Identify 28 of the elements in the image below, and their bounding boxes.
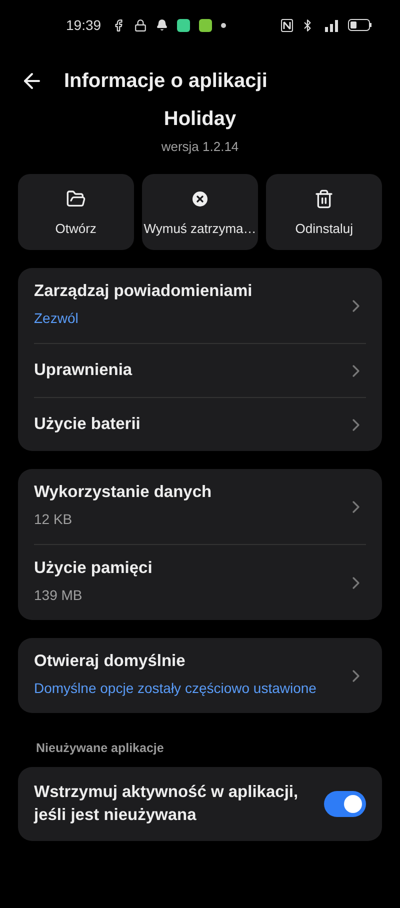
app-name: Holiday <box>162 108 238 131</box>
battery-icon <box>348 19 372 31</box>
close-icon <box>190 188 210 208</box>
signal-icon <box>322 18 340 32</box>
section-heading: Nieużywane aplikacje <box>35 741 165 755</box>
folder-icon <box>66 188 86 208</box>
settings-row[interactable]: Wykorzystanie danych 12 KB <box>34 469 366 544</box>
toggle-label: Wstrzymuj aktywność w aplikacji, jeśli jest nieużywana <box>34 782 300 826</box>
app-icon <box>199 18 212 32</box>
stop-button[interactable]: Wymuś zatrzyma… <box>142 174 258 250</box>
settings-row[interactable]: Uprawnienia <box>34 343 366 397</box>
settings-row[interactable]: Użycie baterii <box>34 397 366 451</box>
bell-icon <box>156 19 168 31</box>
settings-row[interactable]: Użycie pamięci 139 MB <box>34 544 366 620</box>
clock: 19:39 <box>66 17 102 33</box>
trash-icon <box>314 188 334 208</box>
uninstall-button[interactable]: Odinstaluj <box>266 174 382 250</box>
bluetooth-icon <box>301 18 314 32</box>
app-icon <box>177 18 190 32</box>
lock-icon <box>134 18 148 32</box>
toggle-switch[interactable] <box>324 791 366 818</box>
page-title: Informacje o aplikacji <box>64 70 268 92</box>
settings-row[interactable]: Zarządzaj powiadomieniami Zezwól <box>34 268 366 343</box>
open-button[interactable]: Otwórz <box>18 174 134 250</box>
settings-row[interactable]: Otwieraj domyślnie Domyślne opcje zostały częściowo ustawione <box>34 638 366 713</box>
dot-icon <box>221 22 226 28</box>
nfc-icon <box>281 18 293 32</box>
app-version: wersja 1.2.14 <box>160 139 240 154</box>
